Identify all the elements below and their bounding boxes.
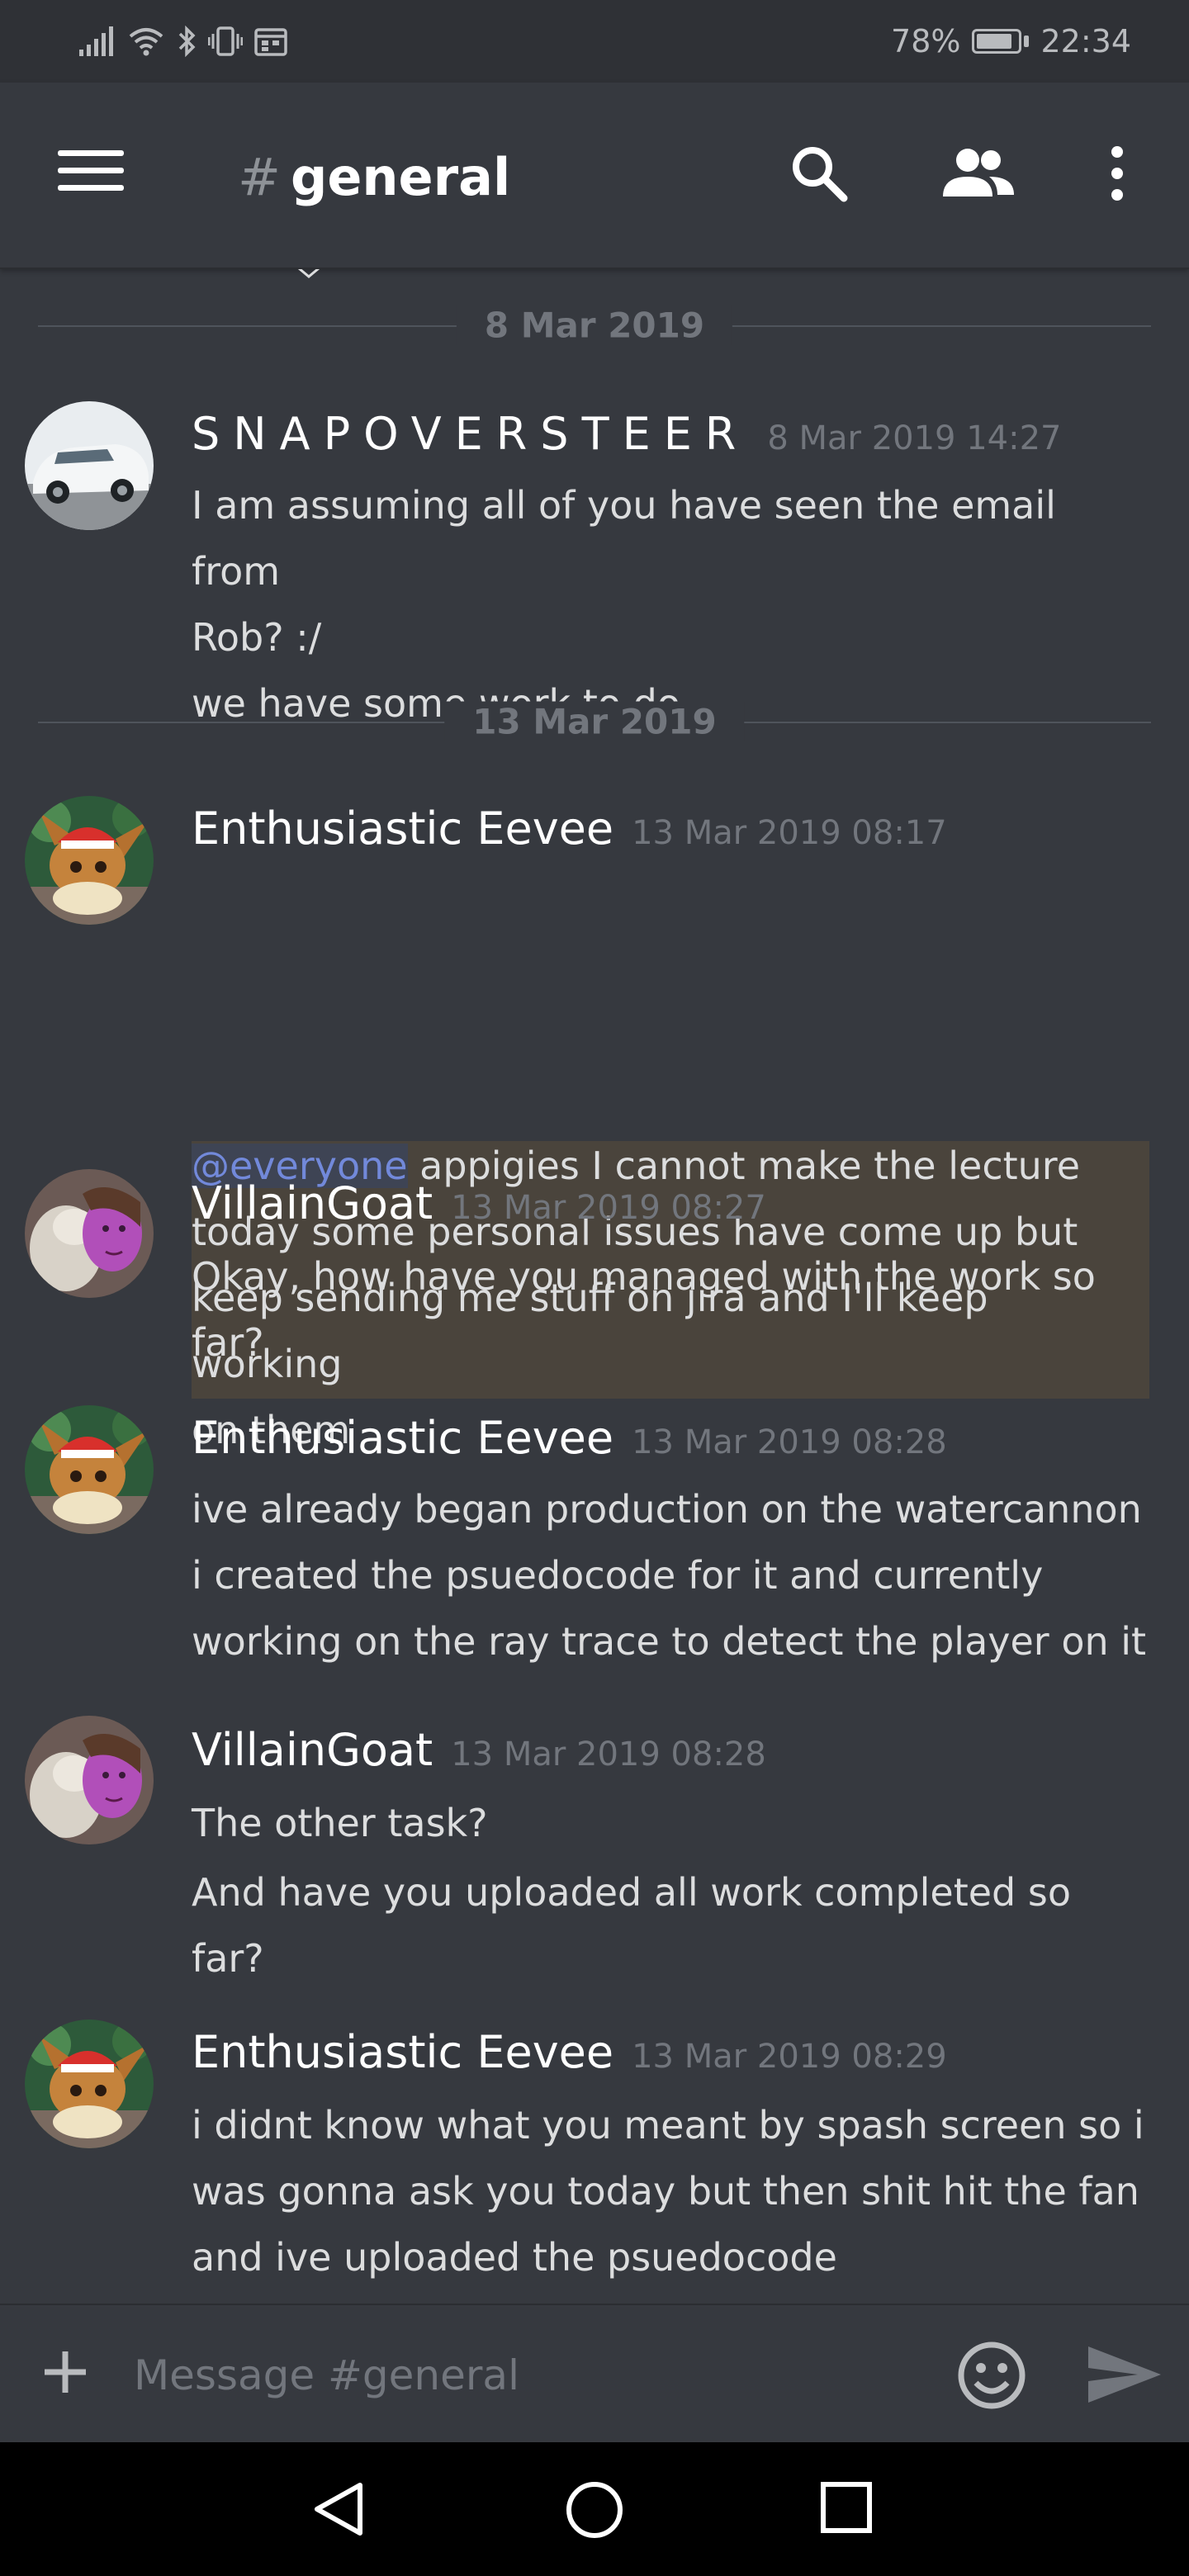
message-text: ive already began production on the wate… bbox=[192, 1476, 1149, 1674]
more-vertical-icon[interactable] bbox=[1105, 140, 1130, 210]
message-line: far? bbox=[192, 1320, 264, 1365]
message-item[interactable]: Enthusiastic Eevee 13 Mar 2019 08:28 ive… bbox=[0, 1405, 1189, 1686]
home-circle-icon[interactable] bbox=[565, 2480, 624, 2543]
status-bar: 78% 22:34 bbox=[0, 0, 1189, 83]
avatar[interactable] bbox=[25, 1169, 154, 1298]
message-line: working on the ray trace to detect the p… bbox=[192, 1619, 1147, 1664]
message-item[interactable]: Enthusiastic Eevee 13 Mar 2019 08:29 i d… bbox=[0, 2020, 1189, 2300]
message-text: Okay, how have you managed with the work… bbox=[192, 1243, 1149, 1376]
message-item[interactable]: VillainGoat 13 Mar 2019 08:28 The other … bbox=[0, 1716, 1189, 2005]
wifi-icon bbox=[127, 26, 165, 56]
hamburger-icon[interactable] bbox=[58, 150, 124, 197]
message-line: i didnt know what you meant by spash scr… bbox=[192, 2103, 1144, 2147]
battery-percent: 78% bbox=[891, 23, 961, 59]
message-line: I am assuming all of you have seen the e… bbox=[192, 483, 1056, 594]
send-icon[interactable] bbox=[1085, 2342, 1164, 2411]
message-composer bbox=[0, 2304, 1189, 2442]
message-list[interactable]: 8 Mar 2019 SNAPOVERSTEER 8 Mar 2019 14:2… bbox=[0, 269, 1189, 2300]
message-header: VillainGoat 13 Mar 2019 08:28 bbox=[192, 1724, 766, 1776]
avatar[interactable] bbox=[25, 2020, 154, 2148]
date-divider-label: 8 Mar 2019 bbox=[456, 305, 733, 346]
timestamp: 13 Mar 2019 08:27 bbox=[451, 1189, 766, 1227]
message-line: The other task? bbox=[192, 1801, 488, 1845]
status-icons-right: 78% 22:34 bbox=[891, 23, 1131, 59]
emoji-icon[interactable] bbox=[955, 2338, 1029, 2416]
avatar[interactable] bbox=[25, 796, 154, 925]
message-text: The other task? And have you uploaded al… bbox=[192, 1790, 1149, 1991]
calendar-icon bbox=[254, 26, 287, 56]
message-line: Okay, how have you managed with the work… bbox=[192, 1254, 1096, 1299]
message-line: and ive uploaded the psuedocode bbox=[192, 2235, 837, 2280]
message-text: i didnt know what you meant by spash scr… bbox=[192, 2092, 1149, 2290]
timestamp: 13 Mar 2019 08:28 bbox=[451, 1735, 766, 1773]
message-text: I am assuming all of you have seen the e… bbox=[192, 472, 1149, 736]
channel-title: # general bbox=[238, 147, 510, 207]
message-item[interactable]: SNAPOVERSTEER 8 Mar 2019 14:27 I am assu… bbox=[0, 401, 1189, 726]
bluetooth-icon bbox=[177, 26, 197, 57]
message-line: i created the psuedocode for it and curr… bbox=[192, 1553, 1044, 1598]
message-line: And have you uploaded all work completed… bbox=[192, 1870, 1071, 1915]
back-triangle-icon[interactable] bbox=[310, 2480, 368, 2541]
message-header: SNAPOVERSTEER 8 Mar 2019 14:27 bbox=[192, 408, 1061, 460]
members-icon[interactable] bbox=[940, 140, 1016, 210]
status-icons-left bbox=[79, 26, 287, 57]
vibrate-icon bbox=[208, 26, 243, 57]
message-input[interactable] bbox=[132, 2348, 912, 2403]
message-header: Enthusiastic Eevee 13 Mar 2019 08:28 bbox=[192, 1412, 947, 1464]
avatar[interactable] bbox=[25, 401, 154, 530]
username[interactable]: Enthusiastic Eevee bbox=[192, 2026, 613, 2078]
username[interactable]: Enthusiastic Eevee bbox=[192, 1412, 613, 1464]
channel-hash: # bbox=[238, 147, 281, 207]
recents-square-icon[interactable] bbox=[819, 2480, 874, 2538]
timestamp: 13 Mar 2019 08:28 bbox=[632, 1423, 947, 1461]
timestamp: 8 Mar 2019 14:27 bbox=[767, 419, 1062, 457]
timestamp: 13 Mar 2019 08:29 bbox=[632, 2038, 947, 2076]
plus-icon[interactable] bbox=[38, 2345, 92, 2403]
cut-off-text bbox=[297, 269, 322, 278]
message-line: ive already began production on the wate… bbox=[192, 1487, 1142, 1532]
system-nav-bar bbox=[0, 2442, 1189, 2576]
message-line: far? bbox=[192, 1936, 264, 1981]
message-header: Enthusiastic Eevee 13 Mar 2019 08:29 bbox=[192, 2026, 947, 2078]
battery-icon bbox=[972, 29, 1030, 54]
message-line: was gonna ask you today but then shit hi… bbox=[192, 2169, 1139, 2214]
username[interactable]: VillainGoat bbox=[192, 1177, 433, 1229]
timestamp: 13 Mar 2019 08:17 bbox=[632, 814, 947, 852]
search-icon[interactable] bbox=[786, 140, 852, 210]
signal-icon bbox=[79, 26, 116, 56]
channel-name: general bbox=[290, 147, 511, 207]
channel-header: # general bbox=[0, 83, 1189, 269]
message-item[interactable]: Enthusiastic Eevee 13 Mar 2019 08:17 bbox=[0, 796, 1189, 1134]
message-header: Enthusiastic Eevee 13 Mar 2019 08:17 bbox=[192, 803, 947, 855]
message-line: Rob? :/ bbox=[192, 615, 322, 660]
avatar[interactable] bbox=[25, 1716, 154, 1844]
username[interactable]: VillainGoat bbox=[192, 1724, 433, 1776]
message-header: VillainGoat 13 Mar 2019 08:27 bbox=[192, 1177, 766, 1229]
username[interactable]: SNAPOVERSTEER bbox=[192, 408, 749, 460]
date-divider: 8 Mar 2019 bbox=[38, 305, 1151, 346]
username[interactable]: Enthusiastic Eevee bbox=[192, 803, 613, 855]
avatar[interactable] bbox=[25, 1405, 154, 1534]
date-divider: 13 Mar 2019 bbox=[38, 701, 1151, 742]
clock: 22:34 bbox=[1040, 23, 1131, 59]
date-divider-label: 13 Mar 2019 bbox=[444, 701, 745, 742]
